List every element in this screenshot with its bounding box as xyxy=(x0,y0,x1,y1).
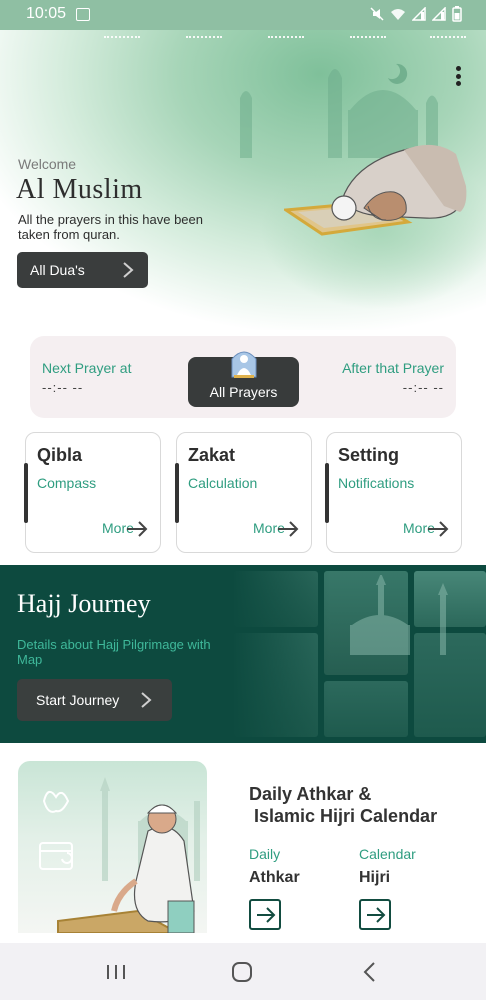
mosque-photo-icon xyxy=(350,575,448,655)
setting-subtitle: Notifications xyxy=(338,475,415,491)
next-prayer-time: --:-- -- xyxy=(42,380,84,395)
all-prayers-label: All Prayers xyxy=(209,384,278,400)
hajj-title: Hajj Journey xyxy=(17,589,151,618)
hero-section: Welcome Al Muslim All the prayers in thi… xyxy=(0,30,486,340)
all-duas-label: All Dua's xyxy=(30,262,85,278)
gallery-icon xyxy=(76,8,90,21)
decorative-lanterns xyxy=(0,30,486,44)
athkar-illustration xyxy=(18,761,207,933)
arrow-right-icon[interactable] xyxy=(126,521,148,537)
athkar-title: Daily Athkar & Islamic Hijri Calendar xyxy=(249,783,479,827)
hijri-value: Hijri xyxy=(359,869,391,886)
welcome-text: Welcome xyxy=(18,156,77,172)
arrow-right-icon[interactable] xyxy=(427,521,449,537)
athkar-title-text: Daily Athkar & Islamic Hijri Calendar xyxy=(249,784,438,826)
card-accent-bar xyxy=(325,463,329,523)
mute-icon xyxy=(370,7,384,21)
arrow-right-icon[interactable] xyxy=(277,521,299,537)
daily-label: Daily xyxy=(249,846,281,862)
status-bar: 10:05 xyxy=(0,0,486,30)
back-icon[interactable] xyxy=(350,957,390,987)
zakat-card[interactable]: Zakat Calculation More xyxy=(175,432,312,553)
chevron-right-icon xyxy=(141,692,152,708)
all-duas-button[interactable]: All Dua's xyxy=(17,252,148,288)
zakat-subtitle: Calculation xyxy=(188,475,258,491)
after-prayer-time: --:-- -- xyxy=(402,380,444,395)
qibla-card[interactable]: Qibla Compass More xyxy=(24,432,161,553)
battery-icon xyxy=(452,6,462,22)
recent-apps-icon[interactable] xyxy=(96,957,136,987)
arrow-right-icon xyxy=(257,907,276,923)
card-accent-bar xyxy=(24,463,28,523)
mosque-praying-icon xyxy=(231,351,257,378)
system-navigation-bar xyxy=(0,943,486,1000)
open-athkar-button[interactable] xyxy=(249,899,281,930)
hajj-journey-banner: Hajj Journey Details about Hajj Pilgrima… xyxy=(0,565,486,743)
start-journey-button[interactable]: Start Journey xyxy=(17,679,172,721)
man-reading-illustration xyxy=(39,777,200,933)
chevron-right-icon xyxy=(123,262,134,278)
hajj-photo-tile xyxy=(324,681,408,737)
athkar-value: Athkar xyxy=(249,869,300,886)
start-journey-label: Start Journey xyxy=(36,692,120,708)
wifi-icon xyxy=(391,9,405,20)
zakat-title: Zakat xyxy=(188,445,236,465)
praying-man-illustration xyxy=(284,144,467,236)
hajj-description: Details about Hajj Pilgrimage with Map xyxy=(17,637,211,667)
after-prayer-label: After that Prayer xyxy=(342,360,444,376)
signal-icon xyxy=(432,7,446,21)
qibla-subtitle: Compass xyxy=(37,475,97,491)
hero-description: All the prayers in this have been taken … xyxy=(18,212,203,242)
next-prayer-label: Next Prayer at xyxy=(42,360,132,376)
arrow-right-icon xyxy=(367,907,386,923)
status-time: 10:05 xyxy=(26,5,67,22)
app-title: Al Muslim xyxy=(16,174,143,205)
setting-card[interactable]: Setting Notifications More xyxy=(325,432,462,553)
setting-title: Setting xyxy=(338,445,399,465)
card-accent-bar xyxy=(175,463,179,523)
overflow-menu-icon[interactable] xyxy=(448,64,468,88)
open-hijri-calendar-button[interactable] xyxy=(359,899,391,930)
home-icon[interactable] xyxy=(222,957,262,987)
qibla-title: Qibla xyxy=(37,445,83,465)
signal-icon xyxy=(412,7,426,21)
calendar-label: Calendar xyxy=(359,846,416,862)
